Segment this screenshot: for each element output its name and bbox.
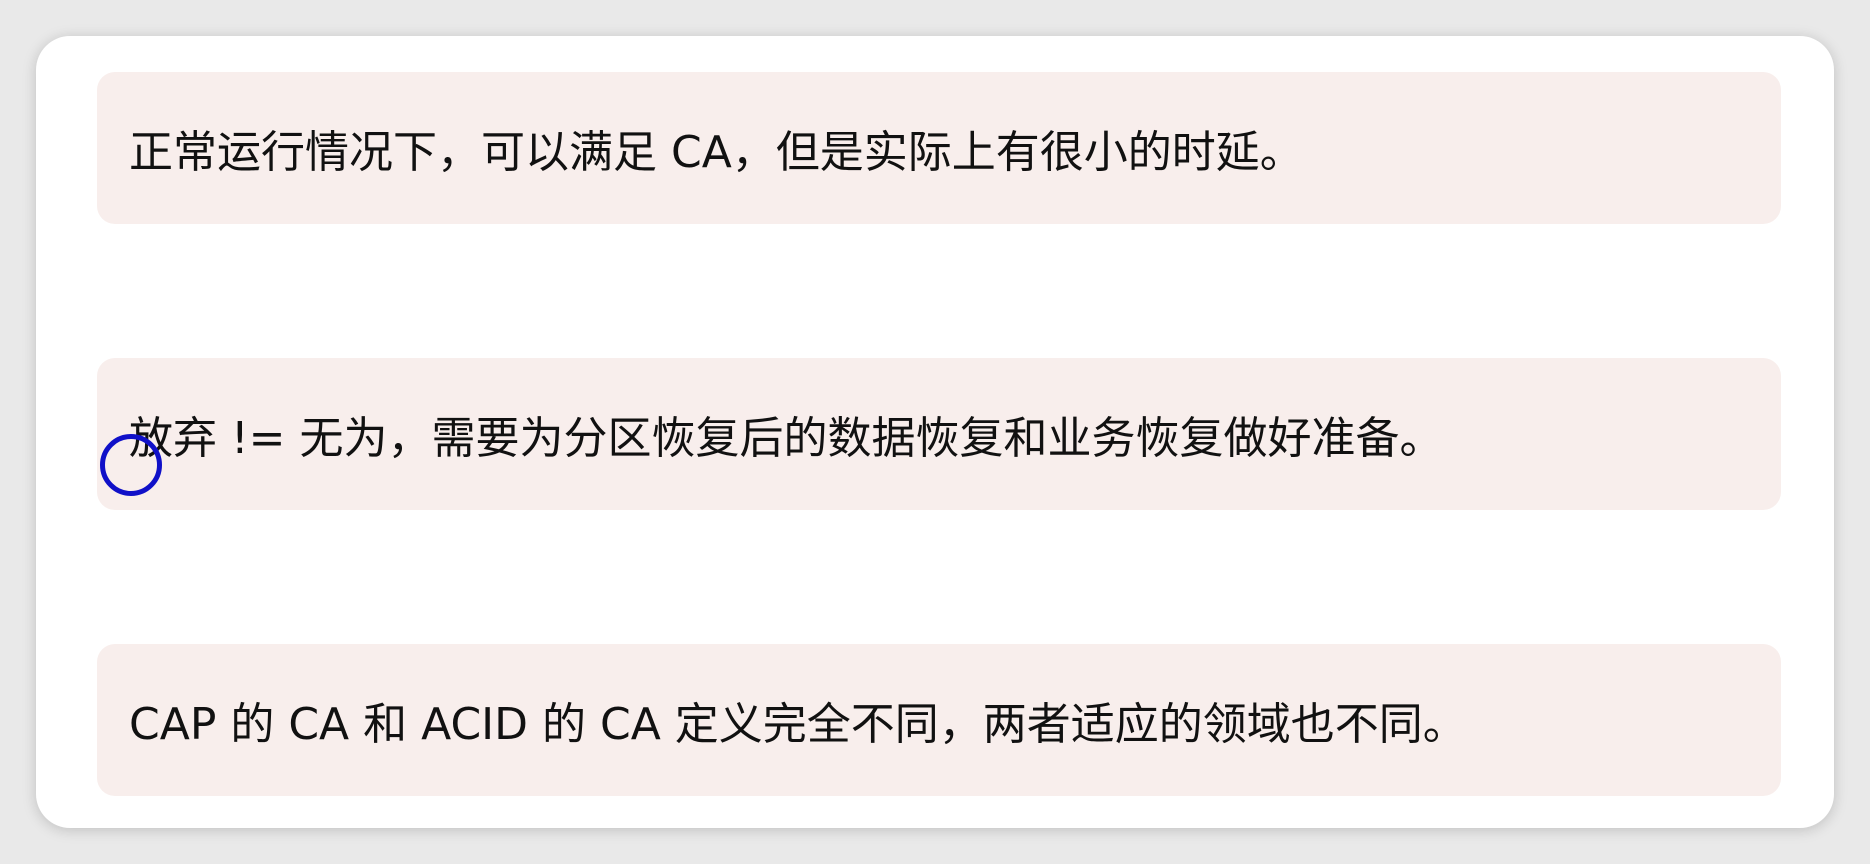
note-text-3: CAP 的 CA 和 ACID 的 CA 定义完全不同，两者适应的领域也不同。 (129, 699, 1467, 750)
cursor-ring-icon (100, 434, 162, 496)
slide-card: 正常运行情况下，可以满足 CA，但是实际上有很小的时延。 放弃 != 无为，需要… (36, 36, 1834, 828)
note-box-2: 放弃 != 无为，需要为分区恢复后的数据恢复和业务恢复做好准备。 (97, 358, 1781, 510)
note-text-1: 正常运行情况下，可以满足 CA，但是实际上有很小的时延。 (129, 127, 1304, 178)
note-box-1: 正常运行情况下，可以满足 CA，但是实际上有很小的时延。 (97, 72, 1781, 224)
note-box-3: CAP 的 CA 和 ACID 的 CA 定义完全不同，两者适应的领域也不同。 (97, 644, 1781, 796)
note-text-2: 放弃 != 无为，需要为分区恢复后的数据恢复和业务恢复做好准备。 (129, 413, 1444, 464)
